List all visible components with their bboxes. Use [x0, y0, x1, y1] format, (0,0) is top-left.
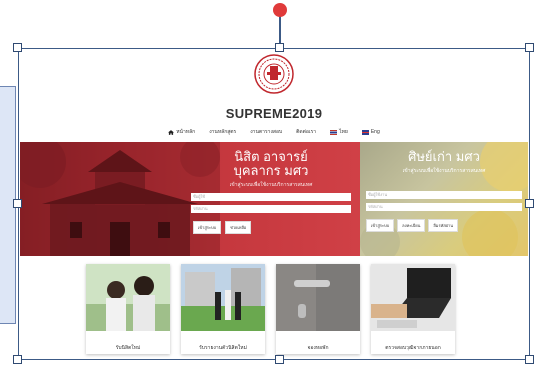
- resize-handle-bottom[interactable]: [275, 355, 284, 364]
- resize-handle-right[interactable]: [525, 199, 534, 208]
- rotate-handle[interactable]: [273, 3, 287, 17]
- resize-handle-top-right[interactable]: [525, 43, 534, 52]
- resize-handle-left[interactable]: [13, 199, 22, 208]
- resize-handle-top-left[interactable]: [13, 43, 22, 52]
- selection-frame: [18, 48, 530, 360]
- resize-handle-bottom-right[interactable]: [525, 355, 534, 364]
- resize-handle-top[interactable]: [275, 43, 284, 52]
- resize-handle-bottom-left[interactable]: [13, 355, 22, 364]
